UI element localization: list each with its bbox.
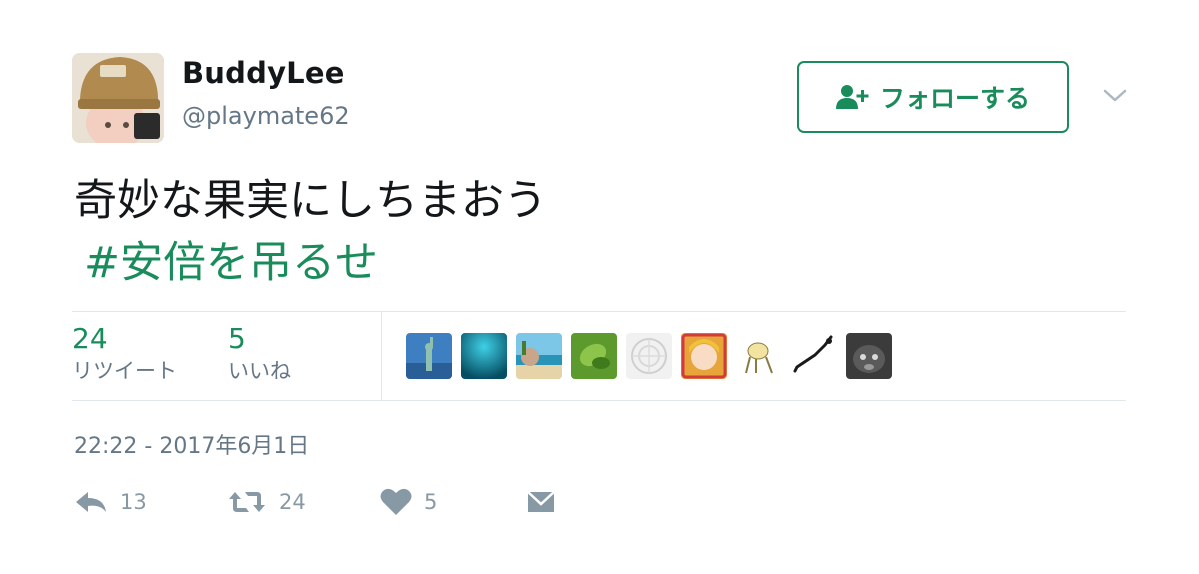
cartoon-cat-avatar-icon [736,333,782,379]
japan-map-avatar-icon [791,333,837,379]
chevron-down-icon [1103,89,1127,102]
display-name[interactable]: BuddyLee [182,56,345,90]
cat-photo-avatar-icon [846,333,892,379]
statue-of-liberty-avatar-icon [406,333,452,379]
liker-avatar[interactable] [736,333,782,379]
retweet-count: 24 [72,322,108,355]
retweet-action-count: 24 [279,490,306,514]
liker-avatar[interactable] [791,333,837,379]
liker-avatar[interactable] [406,333,452,379]
reply-icon [76,492,106,512]
reply-button[interactable]: 13 [74,488,147,516]
liker-avatar[interactable] [461,333,507,379]
retweet-icon [229,492,265,512]
liker-avatar[interactable] [516,333,562,379]
liker-avatars [406,333,892,379]
envelope-icon [527,491,555,512]
stats-bar: 24 リツイート 5 いいね [72,311,1126,401]
follow-button[interactable]: フォローする [797,61,1069,133]
anime-character-avatar-icon [681,333,727,379]
liker-avatar[interactable] [681,333,727,379]
retweet-stat[interactable]: 24 リツイート [72,322,177,386]
like-count: 5 [228,322,246,355]
like-action-count: 5 [424,490,438,514]
tweet-card: BuddyLee @playmate62 フォローする 奇妙な果実にしちまおう … [0,0,1199,574]
liker-avatar[interactable] [626,333,672,379]
reply-count: 13 [120,490,147,514]
heart-icon [380,488,412,515]
liker-avatar[interactable] [571,333,617,379]
white-pattern-avatar-icon [626,333,672,379]
teal-gradient-avatar-icon [461,333,507,379]
retweet-button[interactable]: 24 [227,488,306,516]
like-stat[interactable]: 5 いいね [228,322,291,386]
add-user-icon [835,84,870,110]
liker-avatar[interactable] [846,333,892,379]
username[interactable]: @playmate62 [182,102,350,130]
more-menu-button[interactable] [1100,84,1130,108]
like-button[interactable]: 5 [380,488,437,516]
beach-avatar-icon [516,333,562,379]
like-label: いいね [228,359,291,383]
green-leaf-avatar-icon [571,333,617,379]
follow-button-label: フォローする [879,84,1030,113]
stats-divider [381,312,382,400]
direct-message-button[interactable] [526,488,556,516]
hashtag-link[interactable]: #安倍を吊るせ [84,232,378,294]
tweet-timestamp[interactable]: 22:22 - 2017年6月1日 [74,428,309,460]
avatar-image [72,53,164,143]
tweet-text: 奇妙な果実にしちまおう [74,176,547,226]
retweet-label: リツイート [72,359,177,383]
user-avatar[interactable] [72,53,164,143]
